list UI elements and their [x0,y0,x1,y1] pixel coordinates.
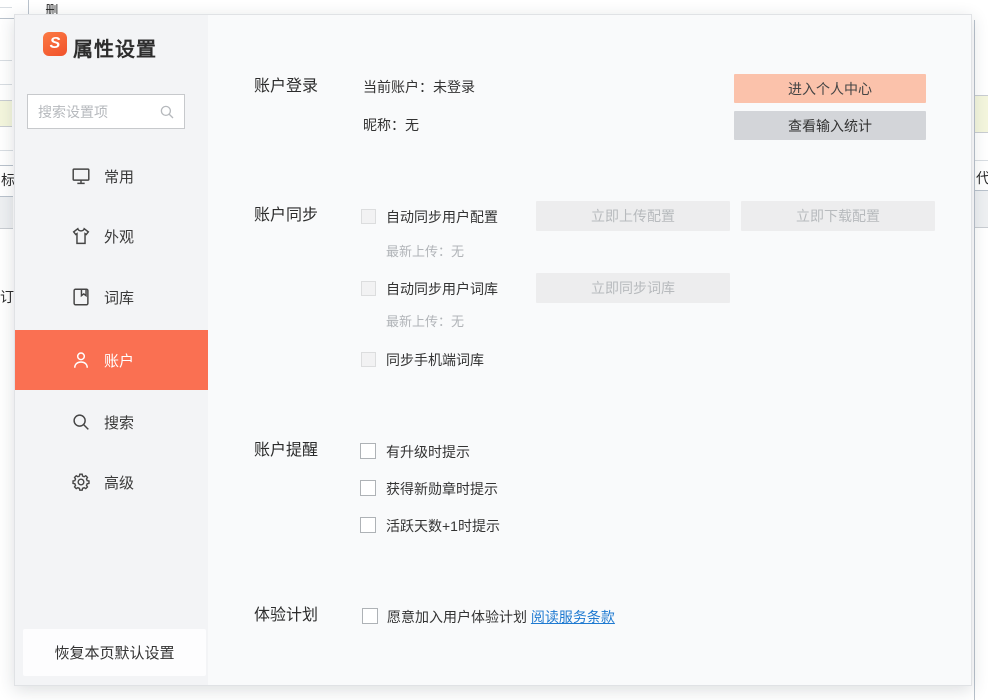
sidebar-item-search[interactable]: 搜索 [15,392,208,452]
background-char: 标 [1,170,15,190]
sidebar-item-label: 常用 [104,166,134,187]
personal-center-button[interactable]: 进入个人中心 [734,74,926,103]
active-days-reminder-label: 活跃天数+1时提示 [386,517,500,535]
terms-of-service-link[interactable]: 阅读服务条款 [531,609,615,625]
sidebar-item-common[interactable]: 常用 [15,146,208,206]
checkbox-medal-reminder[interactable] [360,480,376,496]
account-settings-panel: 账户登录 当前账户：未登录 昵称：无 进入个人中心 查看输入统计 账户同步 自动… [208,15,971,685]
last-upload-lexicon-text: 最新上传：无 [386,314,464,330]
checkbox-experience-plan[interactable] [362,608,378,624]
background-grid-line [0,60,12,61]
sidebar-item-label: 外观 [104,226,134,247]
sidebar-item-lexicon[interactable]: 词库 [15,267,208,327]
sync-mobile-lexicon-label: 同步手机端词库 [386,351,484,369]
background-char: 订 [0,287,14,307]
section-sync-label: 账户同步 [254,206,318,226]
sidebar-item-advanced[interactable]: 高级 [15,452,208,512]
checkbox-auto-sync-config[interactable] [361,209,376,224]
tshirt-icon [70,225,92,247]
search-icon [158,103,176,121]
nickname-text: 昵称：无 [363,116,419,134]
sync-lexicon-button[interactable]: 立即同步词库 [536,273,730,303]
section-reminder-label: 账户提醒 [254,441,318,461]
background-grid-line [975,160,988,161]
sogou-logo-icon: S [43,32,67,56]
sidebar-item-label: 账户 [104,350,134,371]
checkbox-upgrade-reminder[interactable] [360,443,376,459]
sidebar-item-appearance[interactable]: 外观 [15,206,208,266]
sidebar-item-account[interactable]: 账户 [15,330,208,390]
search-icon [70,411,92,433]
settings-search-box [27,94,185,129]
sidebar-item-label: 搜索 [104,412,134,433]
experience-plan-label: 愿意加入用户体验计划 [387,609,527,625]
current-account-text: 当前账户：未登录 [363,78,475,96]
book-bookmark-icon [70,286,92,308]
last-upload-config-text: 最新上传：无 [386,244,464,260]
background-grid-line [0,150,13,151]
checkbox-sync-mobile-lexicon[interactable] [361,352,376,367]
medal-reminder-label: 获得新勋章时提示 [386,480,498,498]
sidebar-item-label: 词库 [104,287,134,308]
upload-config-button[interactable]: 立即上传配置 [536,201,730,231]
auto-sync-lexicon-label: 自动同步用户词库 [386,280,498,298]
section-experience-label: 体验计划 [254,606,318,626]
monitor-icon [70,165,92,187]
background-cell [0,197,13,229]
upgrade-reminder-label: 有升级时提示 [386,443,470,461]
download-config-button[interactable]: 立即下载配置 [741,201,935,231]
checkbox-active-days-reminder[interactable] [360,517,376,533]
background-grid-line [0,165,13,166]
restore-defaults-button[interactable]: 恢复本页默认设置 [23,629,206,676]
background-cell [975,191,988,228]
background-char: 代 [976,168,988,188]
input-stats-button[interactable]: 查看输入统计 [734,111,926,140]
background-cell [0,100,12,127]
background-grid-line [0,84,12,85]
section-login-label: 账户登录 [254,77,318,97]
background-grid-line [0,7,12,8]
checkbox-auto-sync-lexicon[interactable] [361,281,376,296]
auto-sync-config-label: 自动同步用户配置 [386,208,498,226]
user-icon [70,349,92,371]
sidebar-item-label: 高级 [104,472,134,493]
background-cell [975,95,988,133]
settings-dialog: S 属性设置 常用 外观 词库 [14,14,972,686]
sidebar: S 属性设置 常用 外观 词库 [15,15,208,685]
experience-plan-row: 愿意加入用户体验计划 阅读服务条款 [387,608,615,626]
gear-icon [70,471,92,493]
dialog-title: 属性设置 [73,33,157,62]
